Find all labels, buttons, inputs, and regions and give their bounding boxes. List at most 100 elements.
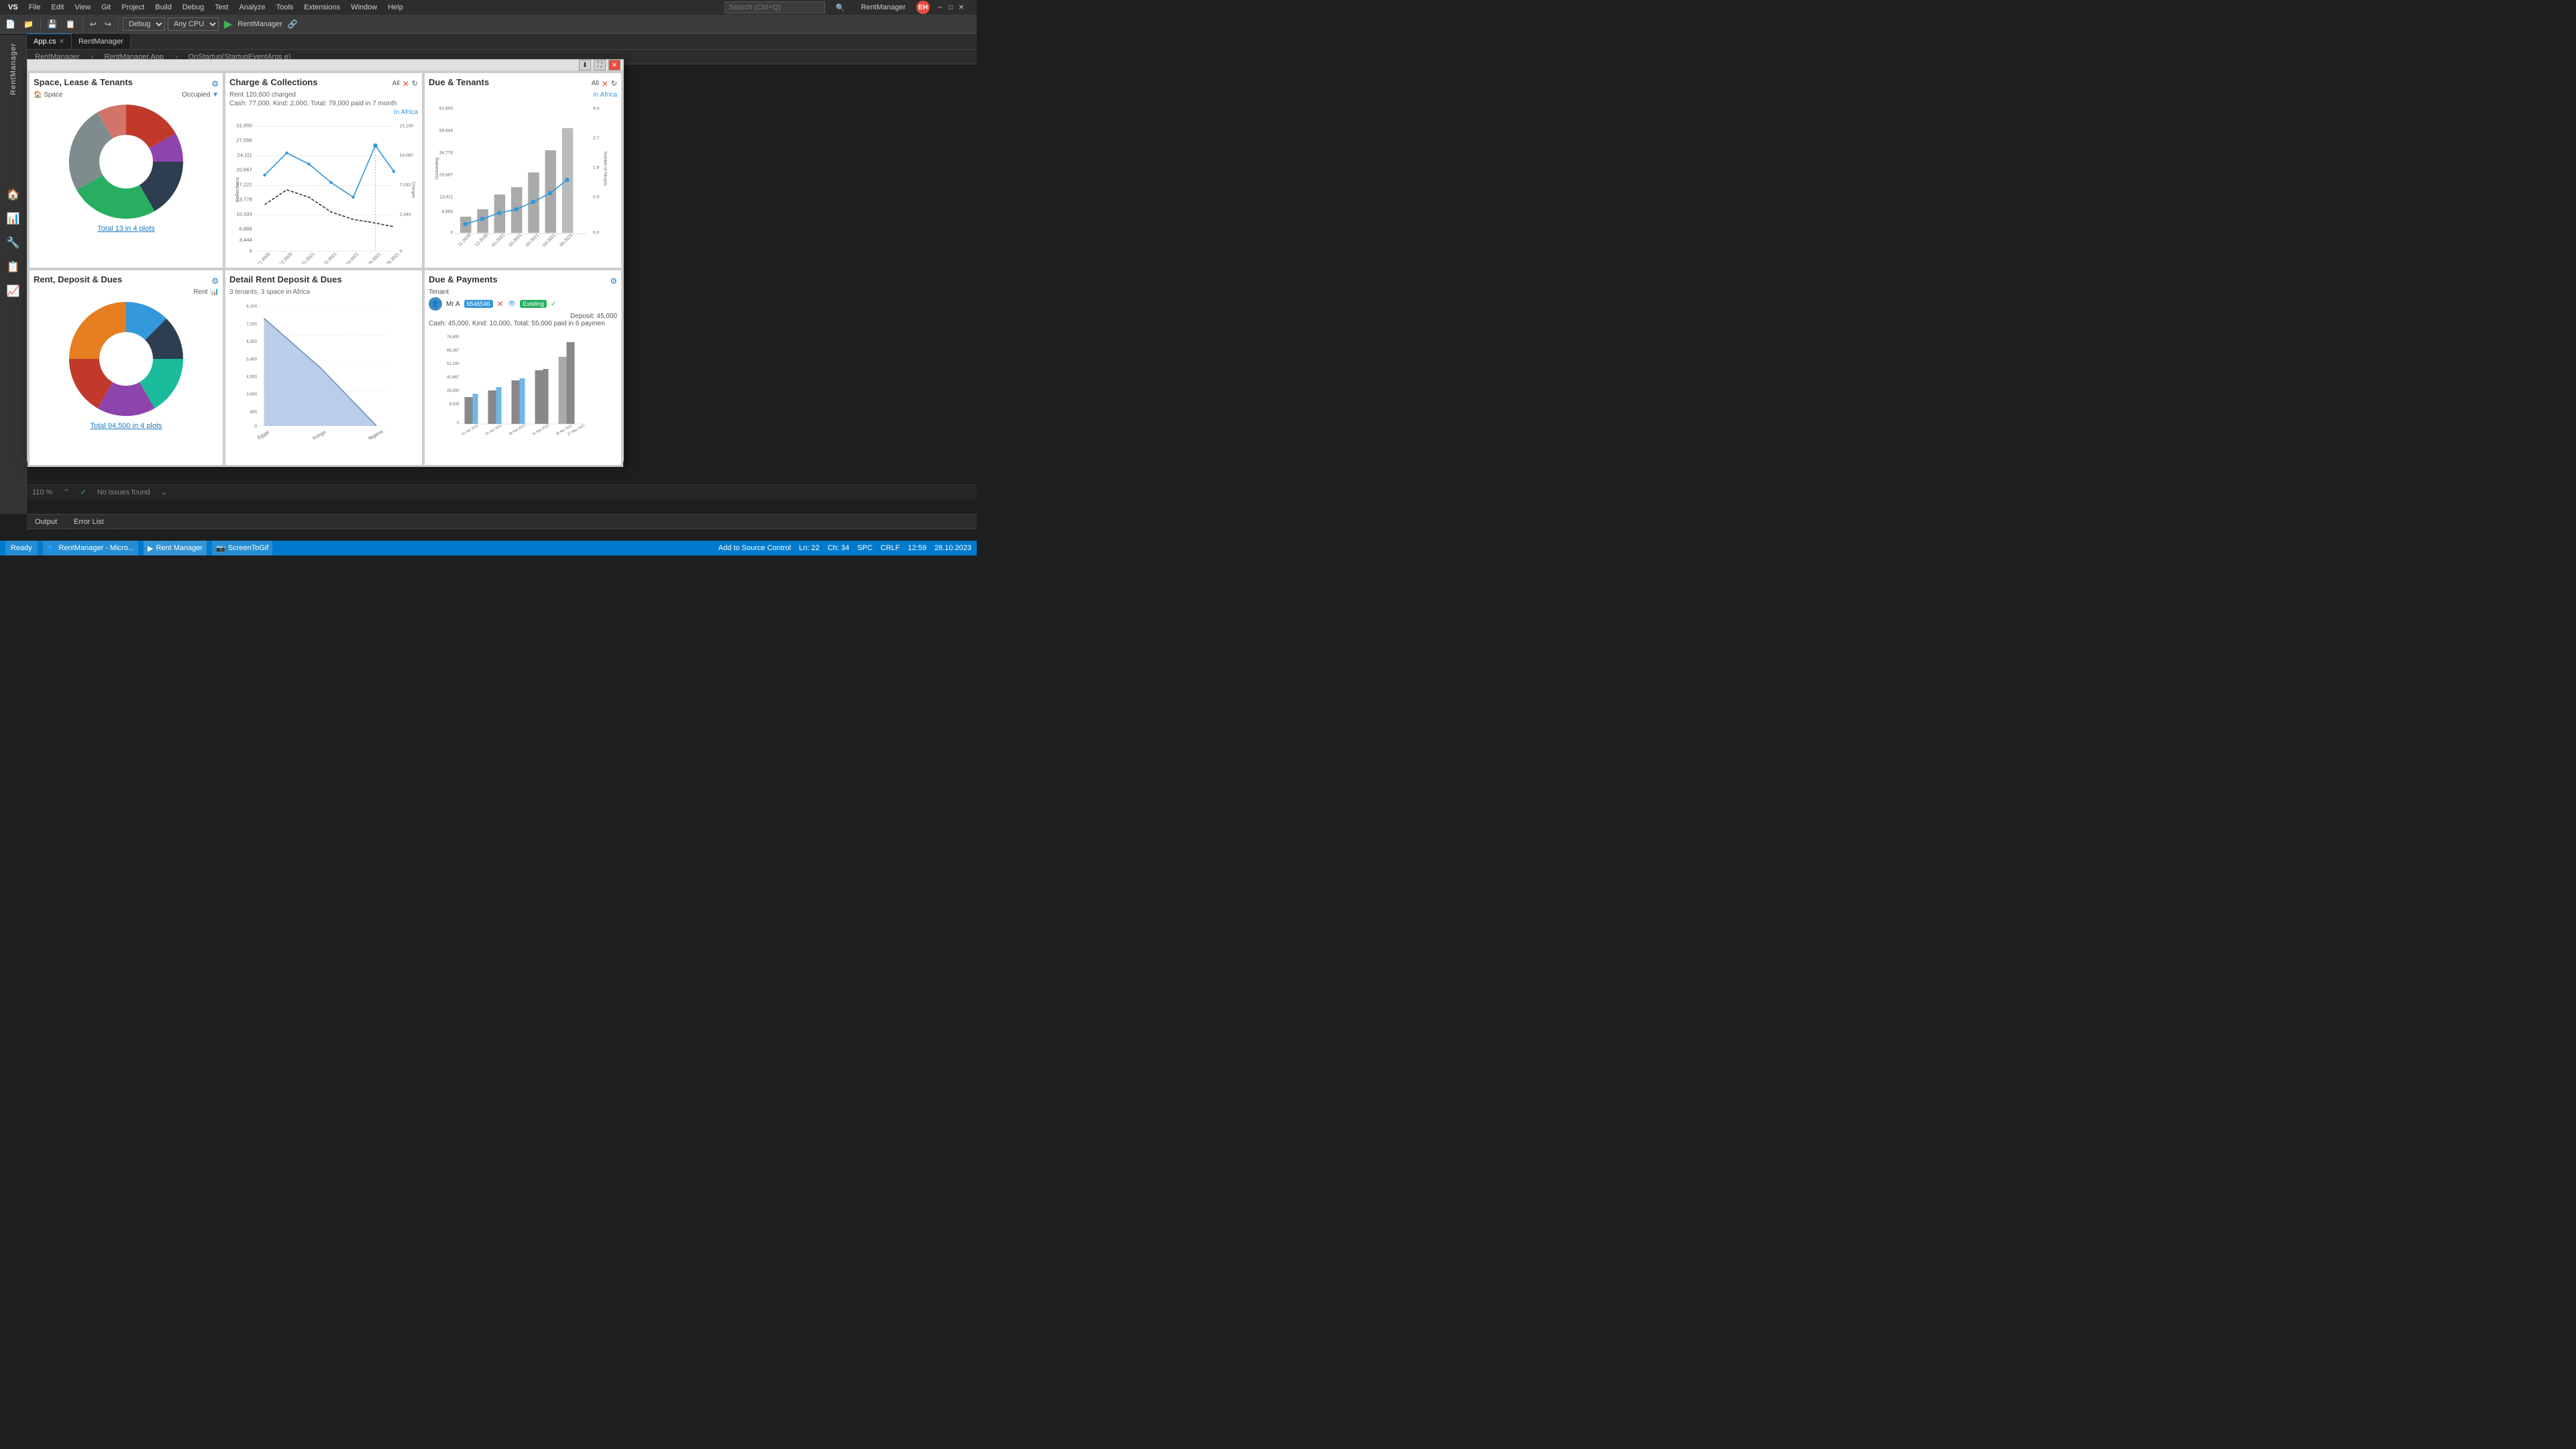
panel-rent-settings-icon[interactable]: ⚙ <box>211 276 219 286</box>
app-icon: VS <box>3 0 23 15</box>
status-right: Add to Source Control Ln: 22 Ch: 34 SPC … <box>718 544 977 552</box>
detail-subtitle: 3 tenants, 3 space in Africa <box>229 288 418 296</box>
search-icon[interactable]: 🔍 <box>830 3 851 12</box>
svg-text:21,100: 21,100 <box>400 124 414 129</box>
svg-text:5,400: 5,400 <box>246 357 257 362</box>
save-all-button[interactable]: 📋 <box>63 17 78 32</box>
window-controls: ─ □ ✕ <box>935 3 969 12</box>
due-location: in Africa <box>429 91 617 99</box>
menu-build[interactable]: Build <box>150 0 176 15</box>
dash-fullscreen-button[interactable]: ⛶ <box>594 60 606 70</box>
svg-text:62,600: 62,600 <box>439 107 453 111</box>
taskbar-item-rent[interactable]: ▶ Rent Manager <box>144 541 207 555</box>
svg-text:05-2021: 05-2021 <box>386 252 400 264</box>
menu-debug[interactable]: Debug <box>177 0 209 15</box>
rent-manager-label[interactable]: RentManager <box>7 38 20 101</box>
menu-view[interactable]: View <box>69 0 96 15</box>
rent-pie-container: Total 94,500 in 4 plots <box>34 299 219 433</box>
tab-output[interactable]: Output <box>27 515 66 529</box>
maximize-button[interactable]: □ <box>946 3 955 12</box>
date-display: 28.10.2023 <box>934 544 971 552</box>
svg-text:04-2021: 04-2021 <box>367 252 382 264</box>
due-refresh-icon[interactable]: ↻ <box>611 79 617 88</box>
zoom-level[interactable]: 110 % <box>32 488 52 496</box>
platform-dropdown[interactable]: Any CPU <box>168 17 219 31</box>
tenant-id-clear[interactable]: ✕ <box>497 299 504 309</box>
tab-error-list[interactable]: Error List <box>66 515 113 529</box>
tenant-row: 👤 Mr A 6546546 ✕ 👁 Existing ✓ <box>429 297 617 311</box>
panel-space-settings-icon[interactable]: ⚙ <box>211 79 219 89</box>
space-total-label[interactable]: Total 13 in 4 plots <box>97 225 155 233</box>
menu-project[interactable]: Project <box>116 0 150 15</box>
svg-text:2.7: 2.7 <box>593 136 599 141</box>
charge-refresh-icon[interactable]: ↻ <box>412 79 418 88</box>
zoom-area: 110 % ⌃ ✓ No issues found ⌄ <box>27 484 977 499</box>
no-issues-text: No issues found <box>97 488 150 496</box>
close-button[interactable]: ✕ <box>957 3 966 12</box>
sidebar-icon-4[interactable]: 📋 <box>3 256 24 278</box>
tab-rentmanager[interactable]: RentManager <box>72 34 131 49</box>
svg-text:04-2021: 04-2021 <box>542 233 557 246</box>
add-source-control[interactable]: Add to Source Control <box>718 544 791 552</box>
dash-close-button[interactable]: ✕ <box>608 60 621 70</box>
minimize-button[interactable]: ─ <box>935 3 945 12</box>
due-filter-badge: All <box>592 80 599 87</box>
charge-close-icon[interactable]: ✕ <box>402 79 409 89</box>
vs-icon: 🔷 <box>47 544 56 553</box>
svg-text:24,111: 24,111 <box>237 152 252 158</box>
svg-text:6,300: 6,300 <box>246 339 257 344</box>
sidebar-icon-1[interactable]: 🏠 <box>3 184 24 205</box>
sidebar-icon-3[interactable]: 🔧 <box>3 232 24 254</box>
toolbar: 📄 📁 💾 📋 ↩ ↪ Debug Any CPU ▶ RentManager … <box>0 15 977 34</box>
tab-app-cs-label: App.cs <box>34 38 56 46</box>
tab-app-cs-close[interactable]: ✕ <box>59 38 64 46</box>
sidebar-icon-5[interactable]: 📈 <box>3 280 24 302</box>
panel-payments-controls: ⚙ <box>610 276 617 286</box>
menu-tools[interactable]: Tools <box>271 0 299 15</box>
menu-help[interactable]: Help <box>382 0 409 15</box>
panel-rent-header: Rent, Deposit & Dues ⚙ <box>34 274 219 287</box>
menu-window[interactable]: Window <box>345 0 382 15</box>
tab-app-cs[interactable]: App.cs ✕ <box>27 34 72 49</box>
svg-text:Outstanding: Outstanding <box>435 158 439 180</box>
crlf-status[interactable]: CRLF <box>881 544 900 552</box>
svg-text:13,911: 13,911 <box>439 195 453 200</box>
tenant-info: Tenant 👤 Mr A 6546546 ✕ 👁 Existing ✓ Dep… <box>429 288 617 327</box>
tenant-select-icon[interactable]: 👁 <box>508 301 517 308</box>
svg-text:68,267: 68,267 <box>447 349 460 353</box>
menu-file[interactable]: File <box>23 0 46 15</box>
config-dropdown[interactable]: Debug <box>123 17 165 31</box>
menu-git[interactable]: Git <box>96 0 116 15</box>
menu-test[interactable]: Test <box>209 0 233 15</box>
panel-due-controls: All ✕ ↻ <box>592 79 617 89</box>
main-tab-bar: App.cs ✕ RentManager <box>27 34 977 50</box>
payments-settings-icon[interactable]: ⚙ <box>610 276 617 286</box>
svg-text:01-2021: 01-2021 <box>301 252 315 264</box>
menu-extensions[interactable]: Extensions <box>299 0 345 15</box>
redo-button[interactable]: ↪ <box>102 17 114 32</box>
svg-text:0.0: 0.0 <box>593 230 599 235</box>
taskbar-screen-label: ScreenToGif <box>228 544 269 552</box>
svg-text:03-2021: 03-2021 <box>525 233 540 246</box>
menu-analyze[interactable]: Analyze <box>233 0 270 15</box>
svg-text:1.8: 1.8 <box>593 166 599 170</box>
search-input[interactable] <box>724 1 825 13</box>
svg-text:0: 0 <box>254 424 257 429</box>
attach-button[interactable]: 🔗 <box>285 17 301 32</box>
run-button[interactable]: ▶ <box>221 17 235 31</box>
issues-chevron[interactable]: ⌄ <box>161 488 167 496</box>
svg-text:25,600: 25,600 <box>447 389 460 393</box>
taskbar-item-screen[interactable]: 📷 ScreenToGif <box>212 541 272 555</box>
rent-total-label[interactable]: Total 94,500 in 4 plots <box>90 422 162 430</box>
dash-download-button[interactable]: ⬇ <box>579 60 591 70</box>
new-file-button[interactable]: 📄 <box>3 17 18 32</box>
due-close-icon[interactable]: ✕ <box>602 79 608 89</box>
menu-edit[interactable]: Edit <box>46 0 69 15</box>
taskbar-item-vs[interactable]: 🔷 RentManager - Micro... <box>43 541 138 555</box>
svg-text:02-2021: 02-2021 <box>323 252 337 264</box>
sidebar-icon-2[interactable]: 📊 <box>3 208 24 229</box>
svg-text:3,444: 3,444 <box>239 237 253 243</box>
undo-button[interactable]: ↩ <box>87 17 99 32</box>
open-button[interactable]: 📁 <box>21 17 36 32</box>
save-button[interactable]: 💾 <box>45 17 60 32</box>
